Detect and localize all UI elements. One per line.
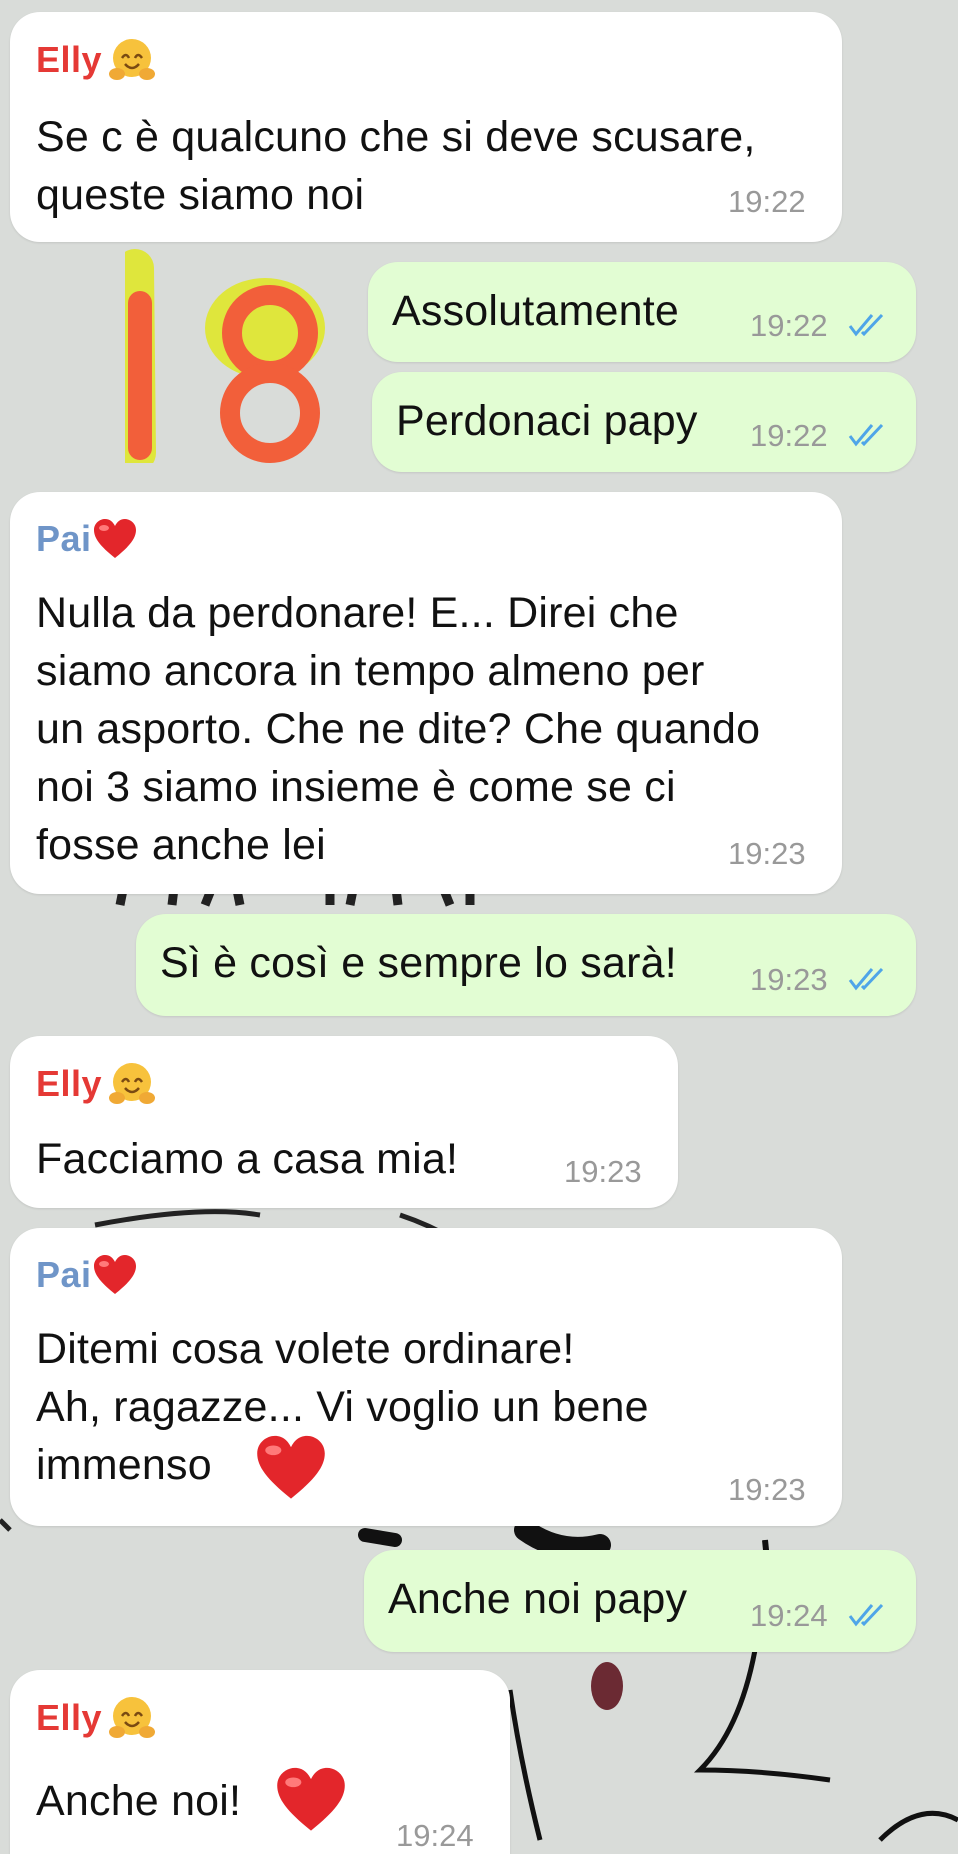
sender-label: Elly — [36, 1063, 103, 1104]
red-heart-icon — [93, 1255, 136, 1294]
message-time: 19:23 — [728, 836, 806, 871]
message-bubble-outgoing[interactable]: Perdonaci papy 19:22 — [372, 372, 916, 472]
message-bubble-incoming[interactable]: Elly Se c è qualcuno che si deve scusare… — [10, 12, 842, 242]
sticker-drawing — [116, 249, 325, 472]
message-time: 19:22 — [750, 308, 828, 343]
message-text: Perdonaci papy — [396, 397, 698, 445]
red-heart-icon — [93, 519, 136, 558]
message-text: Anche noi! — [36, 1777, 242, 1825]
age-sticker: 18 — [116, 248, 330, 472]
message-bubble-outgoing[interactable]: Anche noi papy 19:24 — [364, 1550, 916, 1652]
sender-label: Pai — [36, 518, 92, 559]
message-text: Facciamo a casa mia! — [36, 1135, 459, 1183]
red-heart-icon — [257, 1435, 325, 1499]
message-time: 19:23 — [750, 962, 828, 997]
message-text: Se c è qualcuno che si deve scusare, que… — [36, 113, 756, 219]
message-text: Nulla da perdonare! E... Direi che siamo… — [36, 589, 761, 869]
read-double-check-icon — [848, 313, 884, 337]
sender-name: Elly — [36, 36, 156, 84]
message-bubble-incoming[interactable]: Elly Facciamo a casa mia! 19:23 — [10, 1036, 678, 1208]
message-time: 19:24 — [750, 1598, 828, 1633]
message-time: 19:22 — [750, 418, 828, 453]
message-time: 19:23 — [564, 1154, 642, 1189]
message-text: Anche noi papy — [388, 1575, 688, 1623]
read-double-check-icon — [848, 967, 884, 991]
sender-name: Elly — [36, 1694, 156, 1742]
hugging-face-icon — [109, 1697, 156, 1738]
sender-label: Elly — [36, 39, 103, 80]
sender-label: Elly — [36, 1697, 103, 1738]
message-text: Ditemi cosa volete ordinare! Ah, ragazze… — [36, 1325, 649, 1489]
sender-name: Pai — [36, 518, 138, 560]
message-time: 19:23 — [728, 1472, 806, 1507]
red-heart-icon — [277, 1767, 345, 1831]
message-text: Sì è così e sempre lo sarà! — [160, 939, 677, 987]
message-text: Assolutamente — [392, 287, 680, 335]
hugging-face-icon — [109, 1063, 156, 1104]
sender-name: Pai — [36, 1254, 138, 1296]
message-bubble-outgoing[interactable]: Sì è così e sempre lo sarà! 19:23 — [136, 914, 916, 1016]
sender-name: Elly — [36, 1060, 156, 1108]
hugging-face-icon — [109, 39, 156, 80]
read-double-check-icon — [848, 423, 884, 447]
read-double-check-icon — [848, 1603, 884, 1627]
message-bubble-incoming[interactable]: Pai Ditemi cosa volete ordinare! Ah, rag… — [10, 1228, 842, 1526]
message-bubble-incoming[interactable]: Elly Anche noi! 19:24 — [10, 1670, 510, 1854]
sender-label: Pai — [36, 1254, 92, 1295]
message-time: 19:22 — [728, 184, 806, 219]
message-time: 19:24 — [396, 1818, 474, 1853]
message-bubble-outgoing[interactable]: Assolutamente 19:22 — [368, 262, 916, 362]
message-bubble-incoming[interactable]: Pai Nulla da perdonare! E... Direi che s… — [10, 492, 842, 894]
